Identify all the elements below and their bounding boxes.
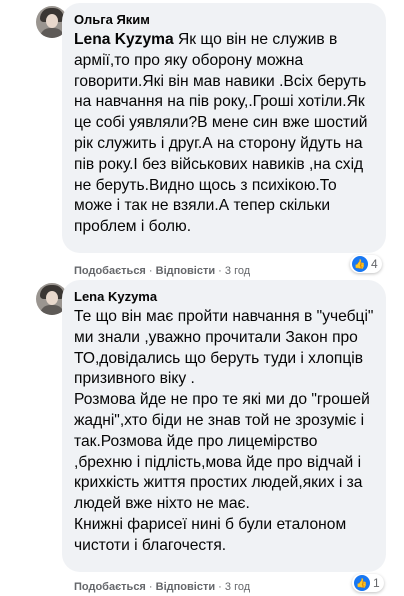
reaction-count: 1 bbox=[373, 576, 380, 590]
comment-actions: Подобається · Відповісти · 3 год bbox=[74, 264, 250, 278]
comment-bubble: Lena Kyzyma Те що він має пройти навчанн… bbox=[62, 280, 386, 572]
comment-text: Те що він має пройти навчання в "учебці"… bbox=[74, 308, 374, 554]
like-button[interactable]: Подобається bbox=[74, 265, 146, 277]
comment-text: Lena Kyzyma Як що він не служив в армії,… bbox=[74, 30, 374, 238]
timestamp[interactable]: 3 год bbox=[225, 265, 250, 277]
reply-button[interactable]: Відповісти bbox=[156, 265, 215, 277]
comment-actions: Подобається · Відповісти · 3 год bbox=[74, 580, 250, 594]
reaction-counter[interactable]: 👍 1 bbox=[352, 574, 384, 592]
comment-body: Як що він не служив в армії,то про яку о… bbox=[74, 31, 368, 236]
separator-dot: · bbox=[218, 265, 225, 277]
comment-author[interactable]: Ольга Яким bbox=[74, 11, 374, 28]
reply-button[interactable]: Відповісти bbox=[156, 581, 215, 593]
mention-link[interactable]: Lena Kyzyma bbox=[74, 31, 174, 48]
separator-dot: · bbox=[148, 265, 156, 277]
reaction-counter[interactable]: 👍 4 bbox=[350, 255, 382, 273]
comment-author[interactable]: Lena Kyzyma bbox=[74, 288, 374, 305]
reaction-count: 4 bbox=[371, 257, 378, 271]
like-button[interactable]: Подобається bbox=[74, 581, 146, 593]
separator-dot: · bbox=[148, 581, 156, 593]
thumbs-up-icon: 👍 bbox=[352, 256, 368, 272]
separator-dot: · bbox=[218, 581, 225, 593]
thumbs-up-icon: 👍 bbox=[354, 575, 370, 591]
timestamp[interactable]: 3 год bbox=[225, 581, 250, 593]
comment-bubble: Ольга Яким Lena Kyzyma Як що він не служ… bbox=[62, 3, 386, 253]
